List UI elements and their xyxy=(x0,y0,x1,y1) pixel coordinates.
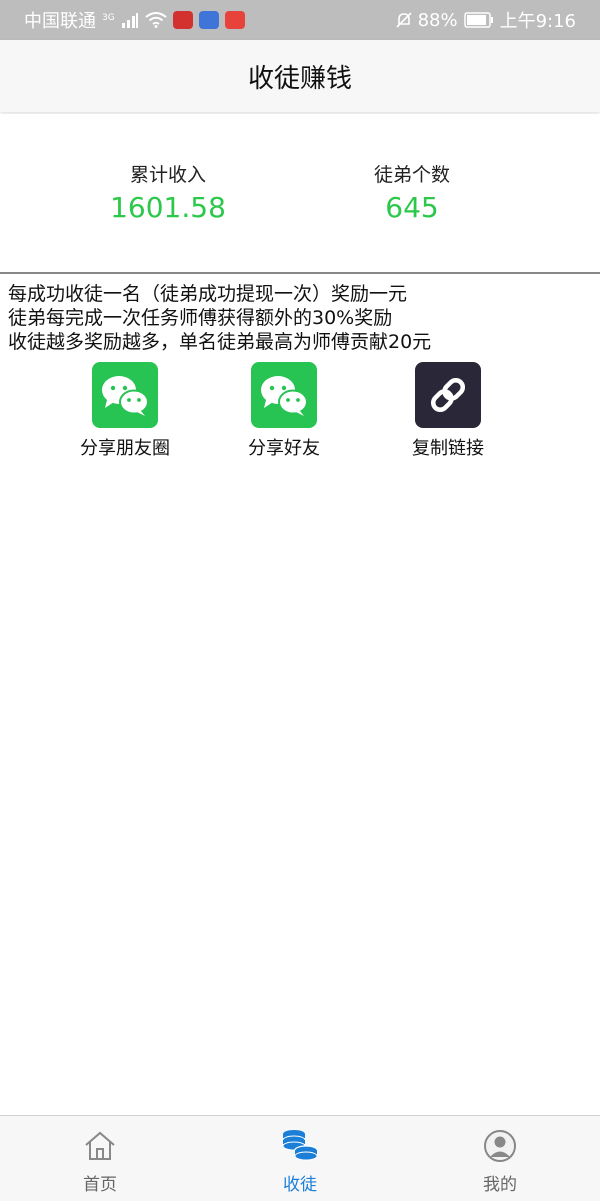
share-friend-label: 分享好友 xyxy=(248,438,320,459)
status-time: 上午9:16 xyxy=(499,11,576,32)
income-value: 1601.58 xyxy=(110,191,226,224)
carrier-name: 中国联通 xyxy=(24,11,96,32)
tab-recruit-label: 收徒 xyxy=(283,1175,317,1195)
rule-line: 每成功收徒一名（徒弟成功提现一次）奖励一元 xyxy=(8,283,408,305)
wifi-icon xyxy=(145,12,167,28)
battery-percent: 88% xyxy=(417,9,458,31)
share-moments-button[interactable]: 分享朋友圈 xyxy=(55,362,195,460)
app-icon-blue xyxy=(198,11,219,29)
share-friend-button[interactable]: 分享好友 xyxy=(214,362,354,460)
apprentice-label: 徒弟个数 xyxy=(373,164,450,186)
rule-line: 徒弟每完成一次任务师傅获得额外的30%奖励 xyxy=(8,307,393,329)
copy-link-button[interactable]: 复制链接 xyxy=(378,362,518,460)
copy-link-label: 复制链接 xyxy=(412,438,484,459)
app-icon-huawei xyxy=(224,11,245,29)
status-bar-right: 88% 上午9:16 xyxy=(395,7,576,33)
tab-recruit[interactable]: 收徒 xyxy=(240,1128,360,1195)
link-icon xyxy=(415,362,481,428)
stats-panel: 累计收入 1601.58 徒弟个数 645 xyxy=(0,114,600,274)
share-moments-label: 分享朋友圈 xyxy=(80,438,170,459)
tab-home-label: 首页 xyxy=(83,1175,117,1195)
tab-home[interactable]: 首页 xyxy=(40,1128,160,1195)
mute-icon xyxy=(395,12,412,28)
page-title: 收徒赚钱 xyxy=(247,63,352,94)
income-stat: 累计收入 1601.58 xyxy=(68,160,268,224)
profile-icon xyxy=(440,1128,560,1164)
home-icon xyxy=(40,1128,160,1164)
bottom-tab-bar: 首页 收徒 我的 xyxy=(0,1115,600,1201)
status-bar: 中国联通 3G 88% 上午9:16 xyxy=(0,0,600,40)
coins-icon xyxy=(240,1128,360,1164)
apprentice-stat: 徒弟个数 645 xyxy=(312,160,512,224)
apprentice-value: 645 xyxy=(385,191,439,224)
reward-rules: 每成功收徒一名（徒弟成功提现一次）奖励一元 徒弟每完成一次任务师傅获得额外的30… xyxy=(8,282,431,354)
rule-line: 收徒越多奖励越多，单名徒弟最高为师傅贡献20元 xyxy=(8,331,432,353)
tab-profile[interactable]: 我的 xyxy=(440,1128,560,1195)
tab-profile-label: 我的 xyxy=(483,1175,517,1195)
battery-icon xyxy=(463,12,493,28)
network-type: 3G xyxy=(102,13,115,23)
wechat-icon xyxy=(251,362,317,428)
signal-icon xyxy=(121,13,138,28)
income-label: 累计收入 xyxy=(129,164,206,186)
app-icon-red xyxy=(172,11,193,29)
wechat-moments-icon xyxy=(92,362,158,428)
status-bar-left: 中国联通 3G xyxy=(24,7,245,33)
page-header: 收徒赚钱 xyxy=(0,40,600,112)
